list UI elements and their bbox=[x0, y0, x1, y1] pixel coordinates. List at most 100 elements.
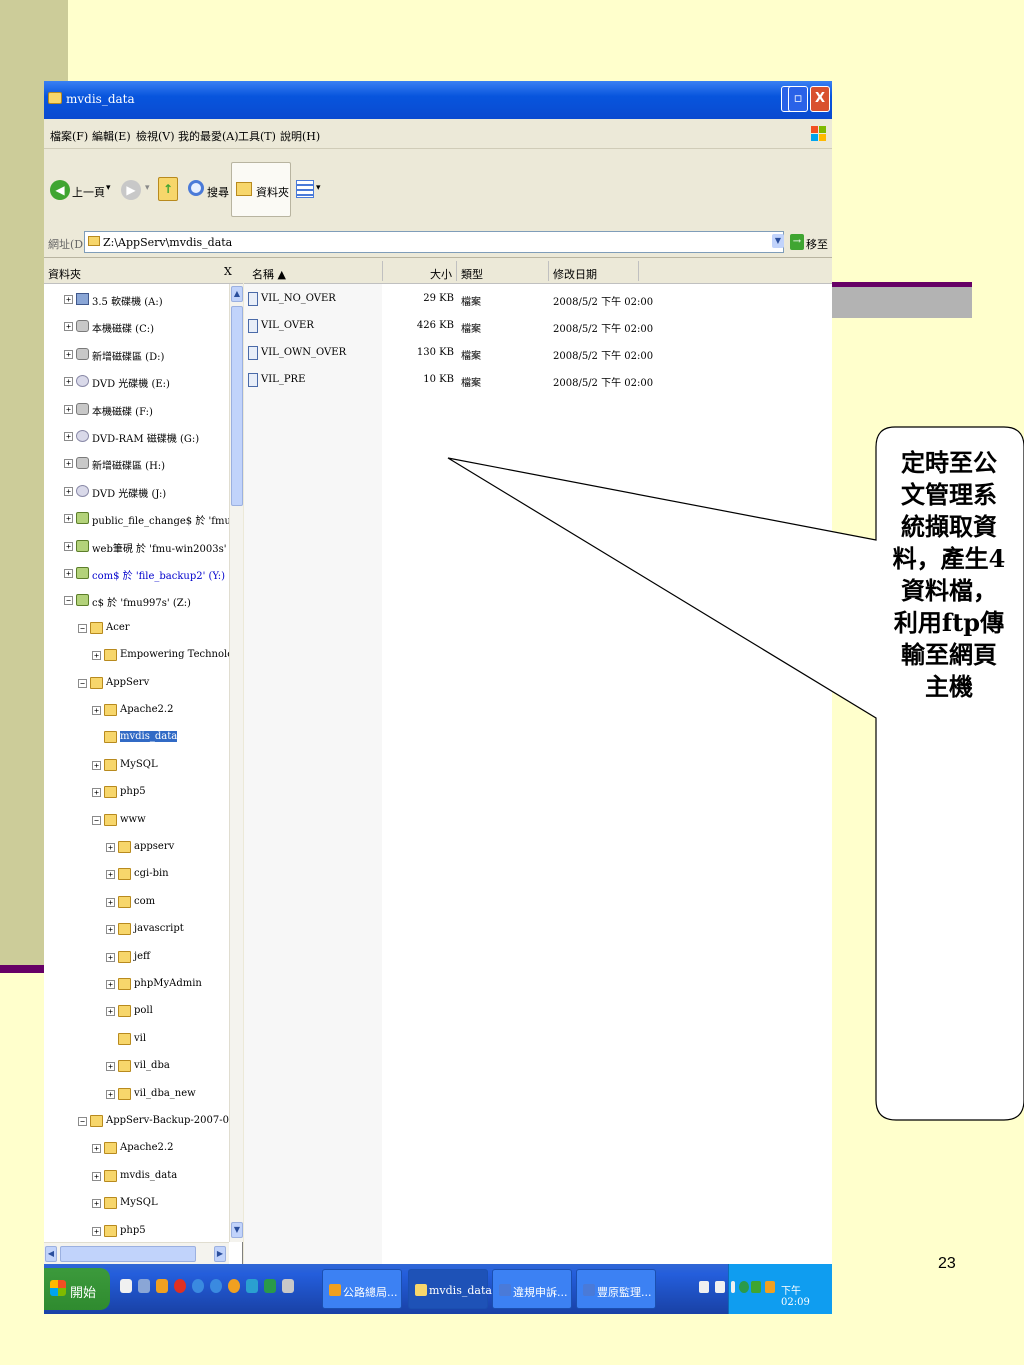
quick-launch-icon[interactable] bbox=[282, 1279, 294, 1293]
quick-launch-icon[interactable] bbox=[120, 1279, 132, 1293]
quick-launch-icon[interactable] bbox=[156, 1279, 168, 1293]
tree-node[interactable]: − c$ 於 'fmu997s' (Z:) bbox=[44, 591, 229, 611]
scroll-up-icon[interactable]: ▲ bbox=[231, 286, 243, 302]
views-dropdown-icon[interactable]: ▾ bbox=[316, 183, 321, 193]
tree-node[interactable]: + Apache2.2 bbox=[44, 1139, 229, 1159]
taskbar-button[interactable]: 公路總局... bbox=[322, 1269, 402, 1309]
views-icon[interactable] bbox=[296, 180, 314, 198]
tree-node[interactable]: + phpMyAdmin bbox=[44, 975, 229, 995]
tree-node[interactable]: + php5 bbox=[44, 1222, 229, 1242]
tree-node[interactable]: + php5 bbox=[44, 783, 229, 803]
keyboard-icon[interactable] bbox=[699, 1281, 709, 1293]
expand-icon[interactable]: + bbox=[106, 870, 115, 880]
forward-dropdown-icon[interactable]: ▾ bbox=[145, 183, 150, 193]
file-row[interactable]: VIL_OWN_OVER 130 KB 檔案 2008/5/2 下午 02:00 bbox=[244, 342, 832, 368]
expand-icon[interactable]: + bbox=[64, 404, 73, 414]
expand-icon[interactable]: + bbox=[106, 843, 115, 852]
scroll-thumb[interactable] bbox=[231, 306, 243, 506]
tree-node[interactable]: + Apache2.2 bbox=[44, 701, 229, 721]
tree-node[interactable]: mvdis_data bbox=[44, 728, 229, 748]
column-type[interactable]: 類型 bbox=[461, 266, 483, 282]
taskbar-button[interactable]: 豐原監理... bbox=[576, 1269, 656, 1309]
expand-icon[interactable]: + bbox=[92, 1226, 101, 1236]
language-icon[interactable] bbox=[731, 1281, 735, 1293]
tree-node[interactable]: − www bbox=[44, 811, 229, 831]
start-button[interactable]: 開始 bbox=[44, 1268, 110, 1310]
column-divider[interactable] bbox=[382, 261, 383, 281]
file-row[interactable]: VIL_PRE 10 KB 檔案 2008/5/2 下午 02:00 bbox=[244, 369, 832, 395]
expand-icon[interactable]: + bbox=[92, 760, 101, 770]
close-button[interactable]: X bbox=[810, 86, 830, 112]
tree-node[interactable]: + DVD 光碟機 (E:) bbox=[44, 372, 229, 392]
tree-node[interactable]: vil bbox=[44, 1030, 229, 1050]
tray-icon[interactable] bbox=[739, 1281, 749, 1293]
search-button-label[interactable]: 搜尋 bbox=[207, 184, 229, 200]
back-button-label[interactable]: 上一頁 bbox=[72, 184, 105, 200]
tree-node[interactable]: − AppServ-Backup-2007-07-18 bbox=[44, 1112, 229, 1132]
expand-icon[interactable]: + bbox=[92, 706, 101, 715]
network-icon[interactable] bbox=[751, 1281, 761, 1293]
expand-icon[interactable]: + bbox=[64, 514, 73, 524]
tree-node[interactable]: + cgi-bin bbox=[44, 865, 229, 885]
quick-launch-icon[interactable] bbox=[138, 1279, 150, 1293]
expand-icon[interactable]: + bbox=[92, 1171, 101, 1181]
horizontal-scrollbar[interactable]: ◀ ▶ bbox=[44, 1242, 229, 1264]
scroll-down-icon[interactable]: ▼ bbox=[231, 1222, 243, 1238]
expand-icon[interactable]: + bbox=[106, 925, 115, 935]
address-input[interactable]: Z:\AppServ\mvdis_data bbox=[84, 231, 784, 253]
address-dropdown-icon[interactable]: ▼ bbox=[772, 234, 784, 248]
expand-icon[interactable]: + bbox=[64, 432, 73, 441]
collapse-icon[interactable]: − bbox=[92, 815, 101, 825]
tree-node[interactable]: + com$ 於 'file_backup2' (Y:) bbox=[44, 564, 229, 584]
tree-node[interactable]: + mvdis_data bbox=[44, 1167, 229, 1187]
expand-icon[interactable]: + bbox=[92, 1144, 101, 1154]
column-divider[interactable] bbox=[456, 261, 457, 281]
menu-view[interactable]: 檢視(V) bbox=[136, 128, 175, 144]
tree-node[interactable]: + appserv bbox=[44, 838, 229, 858]
tree-node[interactable]: + com bbox=[44, 893, 229, 913]
search-icon[interactable] bbox=[188, 180, 204, 196]
go-button-label[interactable]: 移至 bbox=[806, 236, 828, 252]
expand-icon[interactable]: + bbox=[64, 459, 73, 469]
expand-icon[interactable]: + bbox=[106, 897, 115, 907]
file-row[interactable]: VIL_NO_OVER 29 KB 檔案 2008/5/2 下午 02:00 bbox=[244, 288, 832, 314]
expand-icon[interactable]: + bbox=[64, 349, 73, 359]
tree-node[interactable]: + web筆硯 於 'fmu-win2003s' (X:) bbox=[44, 537, 229, 557]
expand-icon[interactable]: + bbox=[106, 980, 115, 989]
expand-icon[interactable]: + bbox=[92, 651, 101, 661]
tree-node[interactable]: + 新增磁碟區 (D:) bbox=[44, 345, 229, 365]
tree-node[interactable]: + jeff bbox=[44, 948, 229, 968]
tree-node[interactable]: + DVD 光碟機 (J:) bbox=[44, 482, 229, 502]
tree-node[interactable]: + MySQL bbox=[44, 756, 229, 776]
column-divider[interactable] bbox=[638, 261, 639, 281]
menu-help[interactable]: 說明(H) bbox=[280, 128, 320, 144]
tree-node[interactable]: + Empowering Technology bbox=[44, 646, 229, 666]
menu-favorites[interactable]: 我的最愛(A) bbox=[178, 128, 239, 144]
back-arrow-icon[interactable]: ◀ bbox=[50, 180, 70, 200]
up-folder-icon[interactable]: ↑ bbox=[158, 177, 178, 201]
collapse-icon[interactable]: − bbox=[78, 678, 87, 688]
tray-icon[interactable] bbox=[765, 1281, 775, 1293]
column-size[interactable]: 大小 bbox=[430, 266, 452, 282]
tree-node[interactable]: + javascript bbox=[44, 920, 229, 940]
tree-node[interactable]: + 本機磁碟 (F:) bbox=[44, 400, 229, 420]
expand-icon[interactable]: + bbox=[106, 952, 115, 962]
collapse-icon[interactable]: − bbox=[78, 623, 87, 633]
tree-node[interactable]: + public_file_change$ 於 'fmu-win2003s' bbox=[44, 509, 229, 529]
back-dropdown-icon[interactable]: ▾ bbox=[106, 183, 111, 193]
clock[interactable]: 下午 02:09 bbox=[781, 1282, 832, 1308]
quick-launch-icon[interactable] bbox=[228, 1279, 240, 1293]
tree-node[interactable]: + DVD-RAM 磁碟機 (G:) bbox=[44, 427, 229, 447]
browser-icon[interactable] bbox=[192, 1279, 204, 1293]
maximize-button[interactable]: ▫ bbox=[788, 86, 808, 112]
menu-file[interactable]: 檔案(F) bbox=[50, 128, 88, 144]
quick-launch-icon[interactable] bbox=[174, 1279, 186, 1293]
tree-node[interactable]: − Acer bbox=[44, 619, 229, 639]
menu-edit[interactable]: 編輯(E) bbox=[92, 128, 131, 144]
scroll-thumb[interactable] bbox=[60, 1246, 196, 1262]
expand-icon[interactable]: + bbox=[106, 1062, 115, 1072]
collapse-icon[interactable]: − bbox=[64, 596, 73, 606]
scroll-right-icon[interactable]: ▶ bbox=[214, 1246, 226, 1262]
tree-node[interactable]: + MySQL bbox=[44, 1194, 229, 1214]
expand-icon[interactable]: + bbox=[92, 788, 101, 798]
